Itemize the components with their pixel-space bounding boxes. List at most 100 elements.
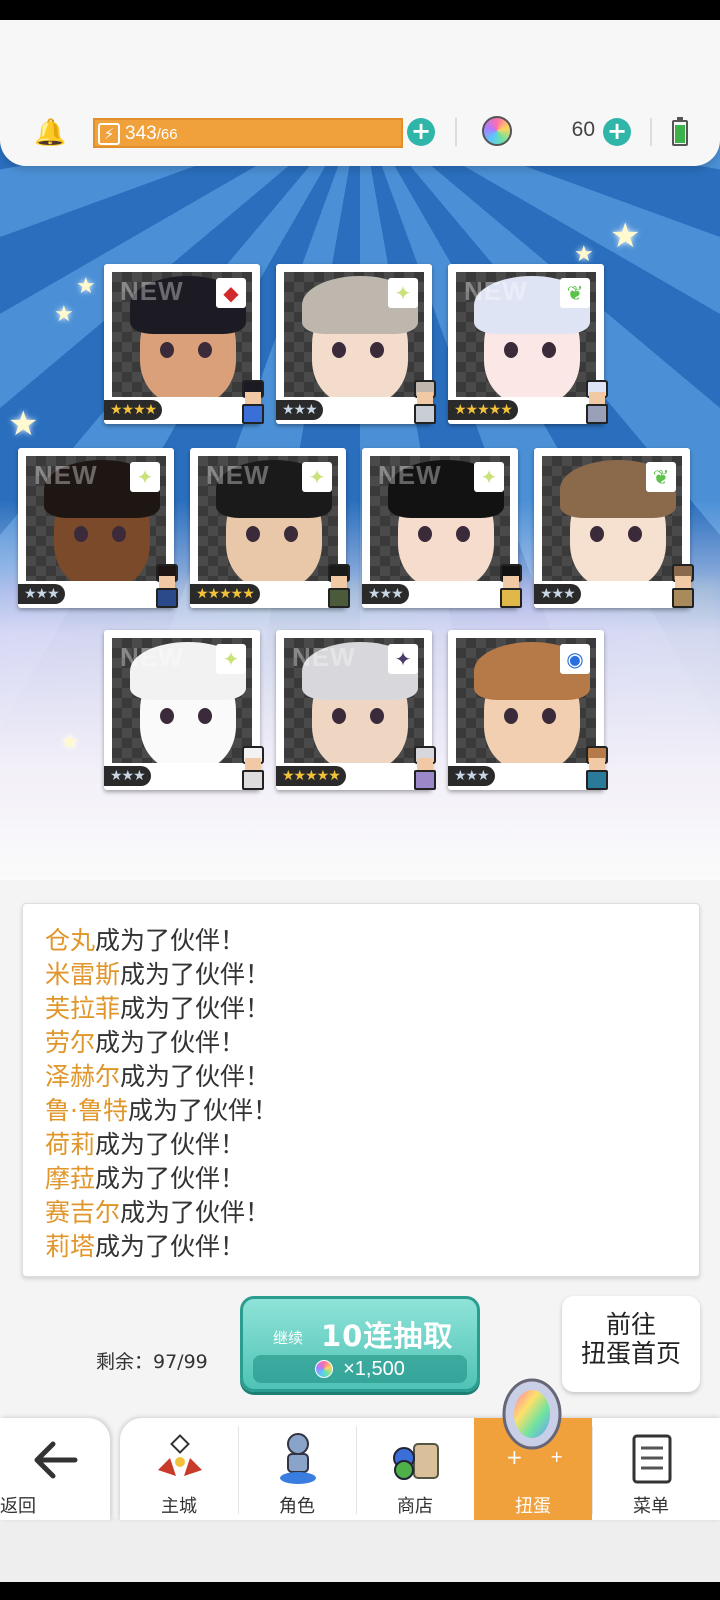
portrait-eye (628, 526, 642, 542)
portrait-eye (370, 708, 384, 724)
divider (455, 118, 457, 146)
portrait-eye (160, 342, 174, 358)
log-line: 荷莉成为了伙伴！ (45, 1128, 699, 1162)
back-button[interactable]: 返回 (0, 1418, 110, 1520)
system-nav-bar (0, 1582, 720, 1600)
portrait-eye (542, 342, 556, 358)
character-name: 莉塔 (45, 1232, 96, 1261)
character-icon (280, 1433, 316, 1484)
svg-text:+: + (506, 1445, 523, 1469)
bell-icon[interactable]: 🔔 (34, 118, 66, 148)
result-log[interactable]: 仓丸成为了伙伴！ 米雷斯成为了伙伴！ 芙拉菲成为了伙伴！ 劳尔成为了伙伴！ 泽赫尔成为了… (22, 903, 700, 1277)
log-suffix: 成为了伙伴！ (95, 1232, 246, 1261)
character-card[interactable]: ✦ ★★★ (276, 264, 436, 424)
character-portrait: ◉ (456, 638, 596, 763)
character-name: 赛吉尔 (45, 1198, 121, 1227)
rainbow-gem-icon (482, 116, 512, 146)
character-portrait: ❦ (542, 456, 682, 581)
pixel-sprite-icon (664, 564, 702, 610)
rarity-stars: ★★★ (362, 584, 409, 604)
portrait-eye (160, 708, 174, 724)
portrait-eye (332, 342, 346, 358)
leaf-icon: ❦ (646, 462, 676, 492)
shop-bag-icon (393, 1443, 439, 1480)
rarity-stars: ★★★★★ (448, 400, 518, 420)
divider (650, 118, 652, 146)
portrait-eye (370, 342, 384, 358)
rarity-stars: ★★★ (276, 400, 323, 420)
character-card[interactable]: NEW ✦ ★★★★★ (276, 630, 436, 790)
log-suffix: 成为了伙伴！ (120, 1198, 271, 1227)
tab-shop[interactable]: 商店 (356, 1418, 474, 1520)
character-card[interactable]: NEW ◆ ★★★★ (104, 264, 264, 424)
sparkle-star-icon: ★ (60, 730, 80, 755)
log-line: 赛吉尔成为了伙伴！ (45, 1196, 699, 1230)
log-suffix: 成为了伙伴！ (120, 960, 271, 989)
rarity-stars: ★★★ (448, 766, 495, 786)
character-card[interactable]: NEW ❦ ★★★★★ (448, 264, 608, 424)
portrait-eye (504, 342, 518, 358)
nav-tabs: 主城 角色 商店 + + 扭蛋 菜单 (120, 1378, 720, 1520)
goto-gacha-home-button[interactable]: 前往 扭蛋首页 (562, 1296, 700, 1392)
new-tag: NEW (120, 276, 184, 306)
rainbow-gem-icon (315, 1360, 334, 1378)
character-portrait: NEW ❦ (456, 272, 596, 397)
log-suffix: 成为了伙伴！ (120, 1062, 271, 1091)
back-arrow-icon (34, 1441, 78, 1479)
continue-10-pull-button[interactable]: 继续 10连抽取 ×1,500 (240, 1296, 480, 1392)
character-card[interactable]: ◉ ★★★ (448, 630, 608, 790)
sparkle-star-icon: ★ (76, 274, 96, 299)
portrait-eye (542, 708, 556, 724)
add-gems-button[interactable]: + (603, 118, 631, 146)
sparkle-icon: ✦ (216, 644, 246, 674)
sparkle-icon: ✦ (388, 278, 418, 308)
new-tag: NEW (206, 460, 270, 490)
character-card[interactable]: NEW ✦ ★★★★★ (190, 448, 350, 608)
rarity-stars: ★★★★★ (190, 584, 260, 604)
pixel-sprite-icon (406, 380, 444, 426)
character-name: 仓丸 (45, 926, 96, 955)
pixel-sprite-icon (320, 564, 358, 610)
pixel-sprite-icon (406, 746, 444, 792)
blue-circle-icon: ◉ (560, 644, 590, 674)
log-suffix: 成为了伙伴！ (95, 1028, 246, 1057)
battery-icon (672, 117, 688, 146)
pull-cost: ×1,500 (253, 1355, 467, 1383)
rarity-stars: ★★★ (534, 584, 581, 604)
character-card[interactable]: NEW ✦ ★★★ (18, 448, 178, 608)
portrait-eye (74, 526, 88, 542)
pixel-sprite-icon (234, 380, 272, 426)
character-card[interactable]: NEW ✦ ★★★ (104, 630, 264, 790)
character-portrait: NEW ✦ (370, 456, 510, 581)
new-tag: NEW (34, 460, 98, 490)
portrait-eye (590, 526, 604, 542)
pixel-sprite-icon (578, 746, 616, 792)
log-suffix: 成为了伙伴！ (95, 1164, 246, 1193)
resource-bar: 🔔 ⚡ 343/66 + 60 + (0, 20, 720, 166)
portrait-eye (112, 526, 126, 542)
new-tag: NEW (120, 642, 184, 672)
character-name: 荷莉 (45, 1130, 96, 1159)
tab-menu[interactable]: 菜单 (592, 1418, 710, 1520)
new-tag: NEW (464, 276, 528, 306)
character-card[interactable]: NEW ✦ ★★★ (362, 448, 522, 608)
rarity-stars: ★★★ (18, 584, 65, 604)
character-portrait: ✦ (284, 272, 424, 397)
character-name: 摩菈 (45, 1164, 96, 1193)
character-name: 芙拉菲 (45, 994, 121, 1023)
tab-main-city[interactable]: 主城 (120, 1418, 238, 1520)
portrait-eye (418, 526, 432, 542)
rarity-stars: ★★★★ (104, 400, 163, 420)
log-line: 仓丸成为了伙伴！ (45, 924, 699, 958)
stamina-value: 343/66 (125, 123, 178, 144)
character-card[interactable]: ❦ ★★★ (534, 448, 694, 608)
add-stamina-button[interactable]: + (407, 118, 435, 146)
svg-text:+: + (550, 1447, 563, 1466)
character-name: 泽赫尔 (45, 1062, 121, 1091)
tab-characters[interactable]: 角色 (238, 1418, 356, 1520)
portrait-eye (198, 342, 212, 358)
tab-gacha[interactable]: + + 扭蛋 (474, 1378, 592, 1520)
status-bar (0, 0, 720, 20)
character-name: 米雷斯 (45, 960, 121, 989)
character-portrait: NEW ✦ (198, 456, 338, 581)
